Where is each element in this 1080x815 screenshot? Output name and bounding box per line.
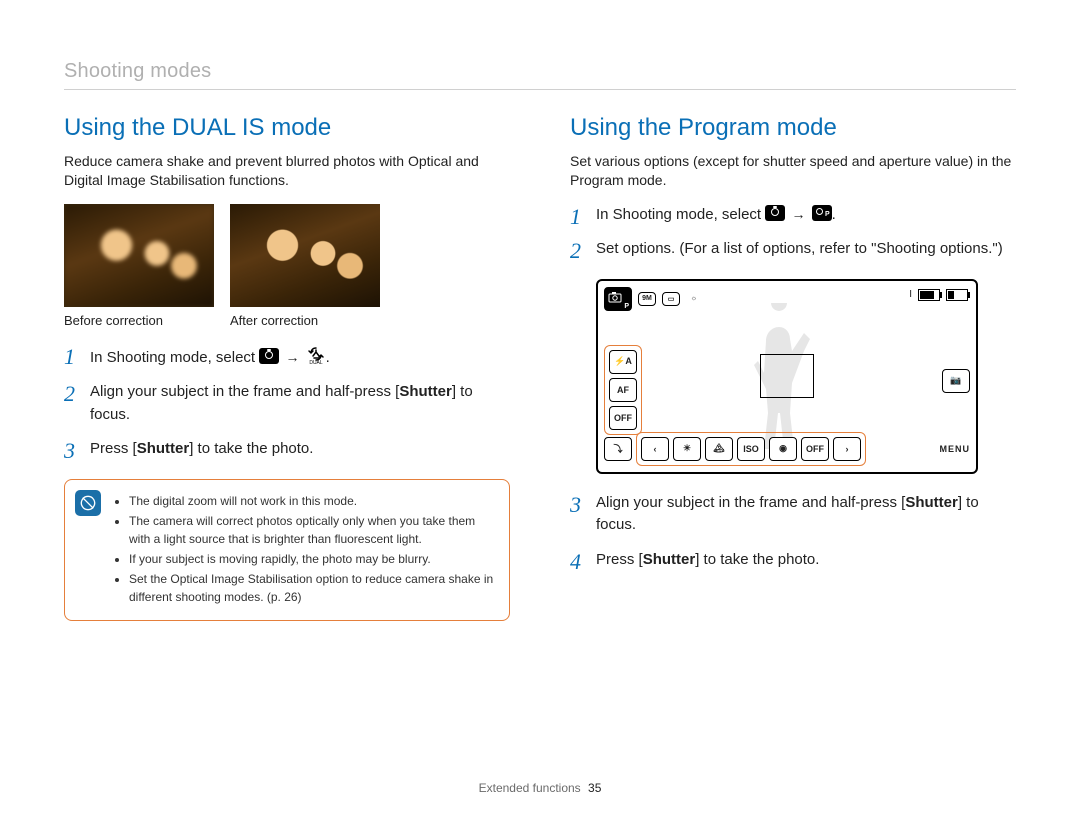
shutter-label: Shutter [905, 494, 958, 511]
page-number: 35 [588, 781, 601, 795]
dual-is-icon: DUAL [306, 344, 326, 364]
scroll-next-button[interactable]: › [833, 437, 861, 461]
top-icon: ☼ [686, 293, 702, 305]
note-list: The digital zoom will not work in this m… [115, 492, 497, 606]
top-icon: ▭ [662, 292, 680, 306]
counter-text: I [909, 289, 912, 300]
wb-button[interactable]: 🏔 [705, 437, 733, 461]
step-text: In Shooting mode, select [596, 206, 765, 223]
exposure-button[interactable]: ☀ [673, 437, 701, 461]
mode-letter: P [624, 303, 629, 310]
arrow-icon: → [285, 349, 299, 365]
iso-button[interactable]: ISO [737, 437, 765, 461]
right-step-2: Set options. (For a list of options, ref… [570, 238, 1016, 261]
left-title: Using the DUAL IS mode [64, 114, 510, 142]
caption-before: Before correction [64, 313, 214, 328]
step-text: Align your subject in the frame and half… [596, 494, 905, 511]
step-text: ] to take the photo. [189, 440, 313, 457]
page-footer: Extended functions 35 [0, 781, 1080, 795]
shutter-label: Shutter [643, 551, 696, 568]
camera-screen: P 9M ▭ ☼ I ⚡A AF OFF [596, 279, 978, 474]
arrow-icon: → [791, 206, 805, 222]
left-step-2: Align your subject in the frame and half… [64, 381, 510, 426]
right-step-1: In Shooting mode, select → P. [570, 204, 1016, 227]
right-steps-top: In Shooting mode, select → P. Set option… [570, 204, 1016, 261]
face-off-button[interactable]: OFF [801, 437, 829, 461]
camera-icon [765, 205, 785, 221]
menu-button[interactable]: MENU [940, 444, 971, 454]
note-item: The camera will correct photos optically… [129, 512, 497, 548]
step-text: Press [ [596, 551, 643, 568]
camera-icon [259, 348, 279, 364]
photo-captions: Before correction After correction [64, 313, 510, 328]
left-step-1: In Shooting mode, select → DUAL . [64, 344, 510, 370]
right-step-4: Press [Shutter] to take the photo. [570, 549, 1016, 572]
note-item: The digital zoom will not work in this m… [129, 492, 497, 510]
right-column: Using the Program mode Set various optio… [570, 114, 1016, 621]
step-text: Press [ [90, 440, 137, 457]
screen-top-left: P 9M ▭ ☼ [604, 287, 702, 311]
step-text: ] to take the photo. [695, 551, 819, 568]
photo-after [230, 204, 380, 307]
battery-icon [946, 289, 968, 301]
scroll-prev-button[interactable]: ‹ [641, 437, 669, 461]
note-item: If your subject is moving rapidly, the p… [129, 550, 497, 568]
screen-top-right: I [909, 289, 968, 301]
mode-badge[interactable]: P [604, 287, 632, 311]
af-button[interactable]: AF [609, 378, 637, 402]
left-column: Using the DUAL IS mode Reduce camera sha… [64, 114, 510, 621]
right-step-3: Align your subject in the frame and half… [570, 492, 1016, 537]
note-box: The digital zoom will not work in this m… [64, 479, 510, 621]
right-steps-bottom: Align your subject in the frame and half… [570, 492, 1016, 572]
shutter-label: Shutter [399, 383, 452, 400]
battery-icon [918, 289, 940, 301]
timer-off-button[interactable]: OFF [609, 406, 637, 430]
right-intro: Set various options (except for shutter … [570, 152, 1016, 190]
photo-before [64, 204, 214, 307]
capture-icon[interactable]: 📷 [942, 369, 970, 393]
svg-text:DUAL: DUAL [309, 360, 323, 364]
step-text: Align your subject in the frame and half… [90, 383, 399, 400]
screen-right-buttons: 📷 [942, 369, 970, 393]
focus-frame [760, 354, 814, 398]
note-item: Set the Optical Image Stabilisation opti… [129, 570, 497, 606]
left-intro: Reduce camera shake and prevent blurred … [64, 152, 510, 190]
note-icon [75, 490, 101, 516]
footer-section: Extended functions [479, 781, 581, 795]
page-header: Shooting modes [64, 60, 1016, 90]
bottom-scroll-group: ‹ ☀ 🏔 ISO ◉ OFF › [636, 432, 866, 466]
caption-after: After correction [230, 313, 380, 328]
left-steps: In Shooting mode, select → DUAL . Align … [64, 344, 510, 461]
metering-button[interactable]: ◉ [769, 437, 797, 461]
shutter-label: Shutter [137, 440, 190, 457]
left-step-3: Press [Shutter] to take the photo. [64, 438, 510, 461]
flash-button[interactable]: ⚡A [609, 350, 637, 374]
camera-p-icon: P [812, 205, 832, 221]
top-icon: 9M [638, 292, 656, 306]
sample-photos [64, 204, 510, 307]
return-button[interactable]: ⤵ [604, 437, 632, 461]
right-title: Using the Program mode [570, 114, 1016, 142]
screen-bottom-bar: ⤵ ‹ ☀ 🏔 ISO ◉ OFF › MENU [604, 432, 970, 466]
step-text: In Shooting mode, select [90, 349, 259, 366]
screen-left-buttons: ⚡A AF OFF [604, 345, 642, 435]
